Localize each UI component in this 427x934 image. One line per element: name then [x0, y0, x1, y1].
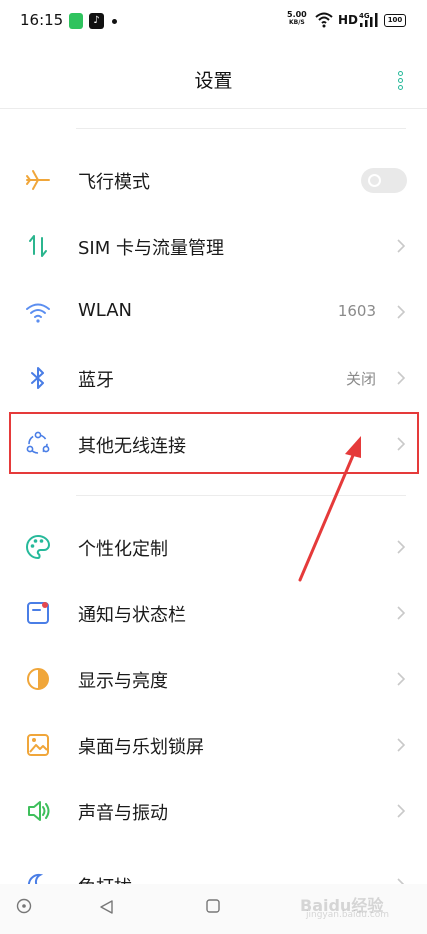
- chevron-right-icon: [397, 305, 406, 319]
- setting-value: 1603: [337, 302, 376, 320]
- chevron-right-icon: [397, 738, 406, 752]
- network-speed: 5.00 KB/S: [287, 11, 307, 27]
- setting-sim-data[interactable]: SIM 卡与流量管理: [0, 213, 427, 279]
- chevron-right-icon: [397, 804, 406, 818]
- setting-value: 关闭: [345, 370, 376, 388]
- battery-icon: 100: [384, 14, 406, 27]
- setting-personalization[interactable]: 个性化定制: [0, 514, 427, 580]
- section-divider: [76, 128, 406, 129]
- header-divider: [0, 108, 427, 109]
- annotation-highlight-box: [9, 412, 419, 474]
- back-nav-icon[interactable]: [98, 898, 116, 916]
- bluetooth-icon: [31, 367, 44, 389]
- assistant-nav-icon[interactable]: [16, 898, 32, 914]
- status-time: 16:15: [20, 11, 64, 29]
- page-title: 设置: [194, 70, 233, 92]
- chevron-right-icon: [397, 540, 406, 554]
- wallpaper-icon: [27, 734, 49, 756]
- more-notifications-dot-icon: [112, 19, 117, 24]
- airplane-icon: [26, 170, 50, 190]
- setting-label: 蓝牙: [78, 370, 114, 391]
- network-speed-value: 5.00: [287, 10, 307, 19]
- more-options-icon[interactable]: [396, 71, 404, 93]
- setting-notifications[interactable]: 通知与状态栏: [0, 580, 427, 646]
- home-nav-icon[interactable]: [205, 898, 221, 914]
- watermark-url: jingyan.baidu.com: [306, 910, 390, 920]
- wechat-notification-icon: [69, 13, 83, 29]
- signal-icon: 4G: [359, 12, 378, 27]
- setting-label: SIM 卡与流量管理: [78, 238, 224, 259]
- hd-voice-badge: HD: [338, 13, 359, 27]
- chevron-right-icon: [397, 371, 406, 385]
- section-divider: [76, 495, 406, 496]
- setting-sound-vibration[interactable]: 声音与振动: [0, 778, 427, 844]
- wifi-icon: [26, 303, 50, 323]
- airplane-mode-toggle[interactable]: [361, 168, 407, 193]
- setting-wlan[interactable]: WLAN 1603: [0, 279, 427, 345]
- setting-bluetooth[interactable]: 蓝牙 关闭: [0, 345, 427, 411]
- palette-icon: [26, 534, 51, 560]
- brightness-icon: [27, 668, 49, 690]
- chevron-right-icon: [397, 606, 406, 620]
- sound-icon: [28, 801, 50, 821]
- chevron-right-icon: [397, 672, 406, 686]
- setting-label: 通知与状态栏: [78, 605, 186, 626]
- wifi-status-icon: [315, 12, 333, 28]
- notification-icon: [27, 602, 49, 624]
- setting-label: 桌面与乐划锁屏: [78, 737, 204, 758]
- chevron-right-icon: [397, 239, 406, 253]
- app-header: 设置: [0, 44, 427, 110]
- tiktok-notification-icon: ♪: [89, 13, 104, 29]
- setting-label: WLAN: [78, 300, 133, 321]
- setting-home-lock-screen[interactable]: 桌面与乐划锁屏: [0, 712, 427, 778]
- setting-label: 声音与振动: [78, 803, 168, 824]
- network-speed-unit: KB/S: [289, 19, 305, 26]
- setting-label: 显示与亮度: [78, 671, 168, 692]
- setting-label: 飞行模式: [78, 172, 150, 193]
- status-bar: 16:15 ♪ 5.00 KB/S HD 4G 100: [0, 0, 427, 44]
- network-type-label: 4G: [359, 12, 370, 20]
- setting-label: 个性化定制: [78, 539, 168, 560]
- sim-data-icon: [29, 235, 47, 257]
- setting-airplane-mode[interactable]: 飞行模式: [0, 147, 427, 213]
- setting-display-brightness[interactable]: 显示与亮度: [0, 646, 427, 712]
